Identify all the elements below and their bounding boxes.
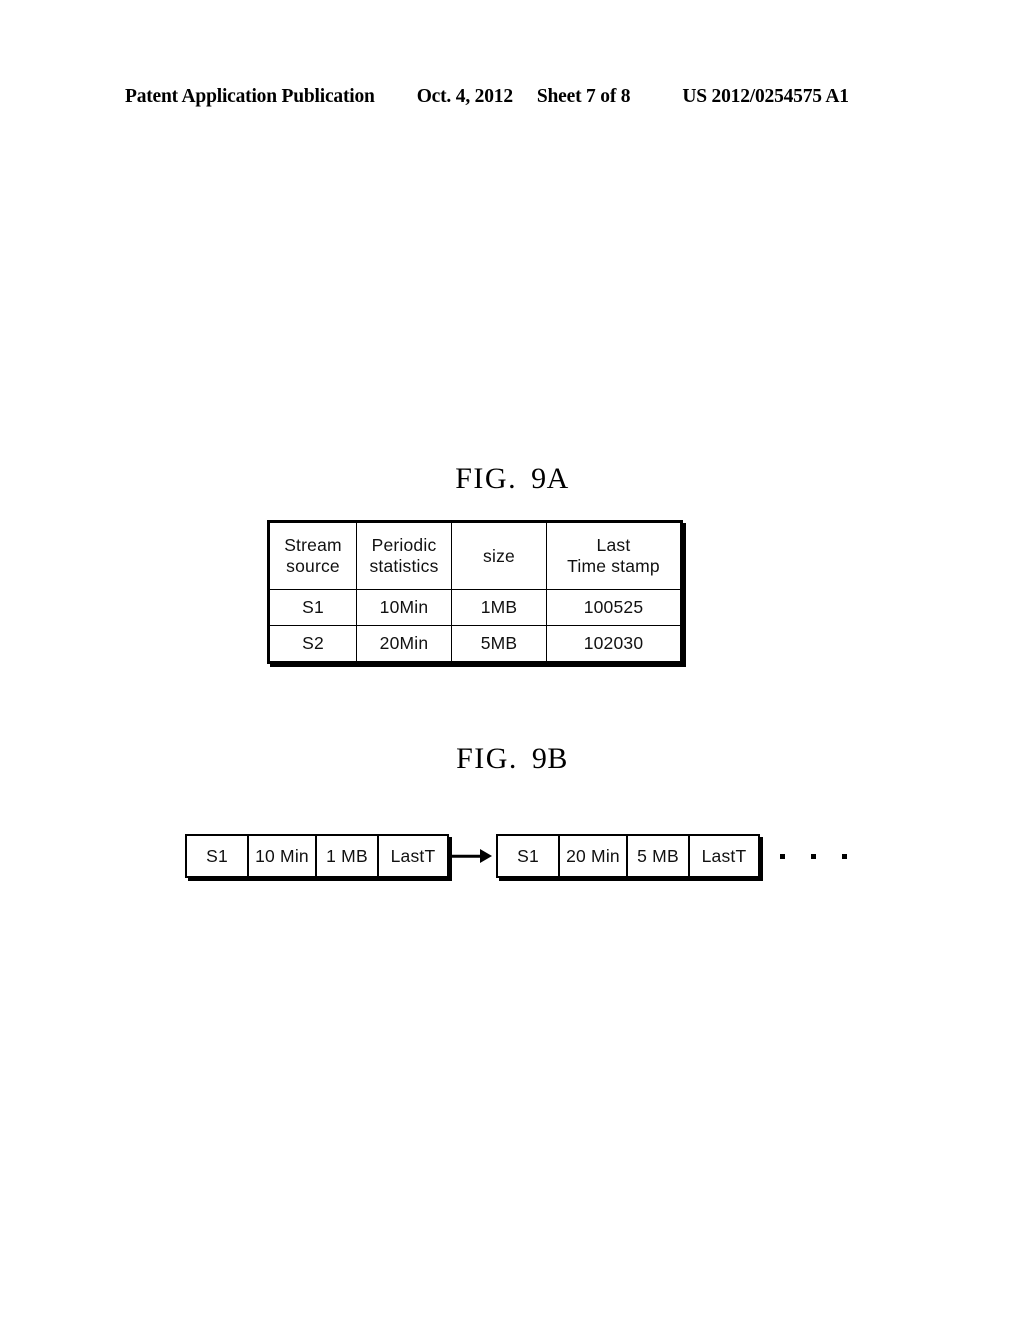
table-header-row: Stream source Periodic statistics size L… <box>268 521 682 590</box>
linked-list-node-2: S1 20 Min 5 MB LastT <box>496 834 760 878</box>
cell-last-time-stamp: 102030 <box>546 625 682 663</box>
table-row: S1 10Min 1MB 100525 <box>268 589 682 626</box>
header-publication-label: Patent Application Publication <box>125 86 375 107</box>
linked-list-arrow-icon <box>449 834 496 878</box>
column-header-stream-source: Stream source <box>268 521 357 590</box>
node-1-last-time-stamp: LastT <box>390 845 436 866</box>
figure-9b-title-word: FIG. <box>456 742 518 775</box>
header-date-label: Oct. 4, 2012 <box>416 86 513 107</box>
column-header-stream-source-line2: source <box>286 556 340 576</box>
column-header-periodic-statistics-line1: Periodic <box>371 535 437 556</box>
linked-list-diagram: S1 10 Min 1 MB LastT S1 20 Min 5 MB Last… <box>185 833 847 879</box>
ellipsis-dot <box>811 853 816 859</box>
column-header-periodic-statistics-line2: statistics <box>369 556 439 576</box>
cell-size: 5MB <box>451 625 547 663</box>
figure-9b-title: FIG. 9B <box>0 742 1024 776</box>
figure-9b-title-id: 9B <box>531 742 568 775</box>
continuation-ellipsis-icon <box>780 834 847 878</box>
column-header-size: size <box>451 521 547 590</box>
column-header-size-line1: size <box>483 545 515 566</box>
cell-stream-source: S2 <box>268 625 357 663</box>
ellipsis-dot <box>780 853 785 859</box>
table-row: S2 20Min 5MB 102030 <box>268 625 682 663</box>
cell-size: 1MB <box>451 589 547 626</box>
column-header-stream-source-line1: Stream <box>284 535 342 556</box>
node-2-stream-source: S1 <box>498 836 560 876</box>
page-header: Patent Application Publication Oct. 4, 2… <box>125 86 900 112</box>
node-2-last-time-stamp: LastT <box>701 845 747 866</box>
header-patent-number: US 2012/0254575 A1 <box>682 86 849 107</box>
column-header-last-time-stamp-line2: Time stamp <box>567 556 660 576</box>
cell-periodic-statistics: 10Min <box>356 589 452 626</box>
node-1-size: 1 MB <box>317 836 379 876</box>
figure-9a-title-id: 9A <box>531 462 569 495</box>
arrow-head <box>480 849 492 863</box>
column-header-last-time-stamp: Last Time stamp <box>546 521 682 590</box>
cell-stream-source: S1 <box>268 589 357 626</box>
column-header-periodic-statistics: Periodic statistics <box>356 521 452 590</box>
column-header-last-time-stamp-line1: Last <box>596 535 631 556</box>
figure-9a-title-word: FIG. <box>455 462 518 495</box>
stream-statistics-table: Stream source Periodic statistics size L… <box>267 520 683 664</box>
node-1-periodic-statistics: 10 Min <box>249 836 317 876</box>
figure-9a-title: FIG. 9A <box>0 462 1024 496</box>
node-2-periodic-statistics: 20 Min <box>560 836 628 876</box>
header-sheet-label: Sheet 7 of 8 <box>536 86 631 107</box>
linked-list-node-1: S1 10 Min 1 MB LastT <box>185 834 449 878</box>
node-2-size: 5 MB <box>628 836 690 876</box>
ellipsis-dot <box>842 853 847 859</box>
node-1-stream-source: S1 <box>187 836 249 876</box>
cell-last-time-stamp: 100525 <box>546 589 682 626</box>
cell-periodic-statistics: 20Min <box>356 625 452 663</box>
